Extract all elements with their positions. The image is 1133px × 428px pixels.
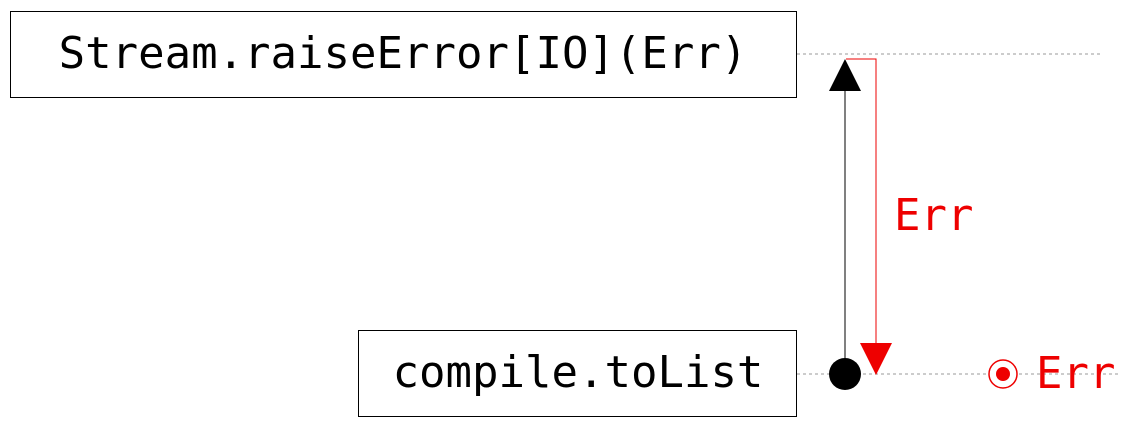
node-stream-raise-error-label: Stream.raiseError[IO](Err): [59, 28, 748, 79]
error-result-label: Err: [1036, 348, 1115, 399]
error-arrow: [846, 58, 892, 375]
stream-evaluation-diagram: Stream.raiseError[IO](Err) compile.toLis…: [10, 11, 1120, 417]
node-compile-to-list-label: compile.toList: [393, 347, 764, 398]
error-arrow-head: [860, 343, 892, 375]
node-compile-to-list: compile.toList: [358, 330, 797, 417]
pull-arrow: [829, 59, 861, 372]
error-arrow-shaft: [846, 58, 877, 344]
error-result-icon: [988, 359, 1018, 389]
node-stream-raise-error: Stream.raiseError[IO](Err): [10, 11, 797, 98]
error-edge-label: Err: [894, 190, 973, 241]
pull-arrow-head: [829, 59, 861, 91]
evaluation-point-dot: [829, 358, 861, 390]
error-result-icon-core: [996, 367, 1010, 381]
